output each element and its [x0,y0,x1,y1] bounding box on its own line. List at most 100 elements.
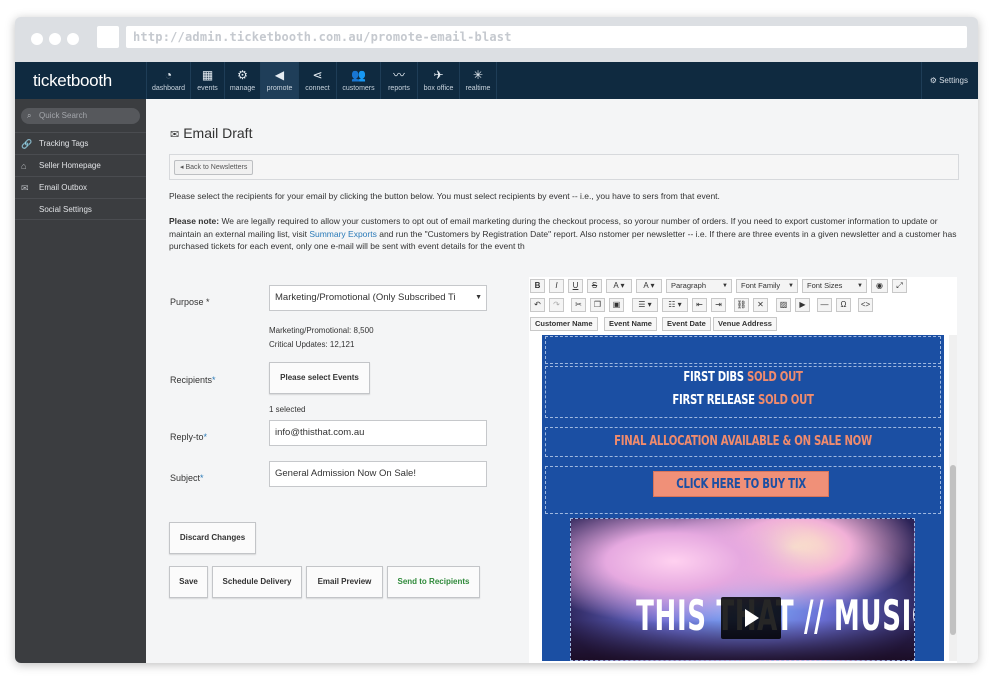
window-dot-3 [67,33,79,45]
eye-icon: ◉ [876,281,883,290]
nav-reports[interactable]: 〰 reports [380,62,417,99]
merge-tag-event-name[interactable]: Event Name [604,317,657,331]
italic-button[interactable]: I [549,279,564,293]
back-to-newsletters-button[interactable]: ◂ Back to Newsletters [174,160,254,175]
preview-button[interactable]: ◉ [871,279,888,293]
numbered-list-button[interactable]: ☷ ▾ [662,298,688,312]
sidebar-item-email-outbox[interactable]: ✉ Email Outbox [15,176,146,198]
paste-button[interactable]: ▣ [609,298,624,312]
email-header-band [545,336,941,364]
subject-input[interactable]: General Admission Now On Sale! [269,461,487,487]
window-dot-2 [49,33,61,45]
hero-video-thumbnail[interactable]: THIS THAT // MUSIC [570,518,915,661]
dashboard-icon: ◔ [164,68,173,82]
email-body-preview[interactable]: FIRST DIBS SOLD OUT FIRST RELEASE SOLD O… [542,335,944,661]
final-allocation-text: FINAL ALLOCATION AVAILABLE & ON SALE NOW [614,434,872,449]
first-release-line: FIRST RELEASE SOLD OUT [589,393,896,408]
nav-dashboard[interactable]: ◔ dashboard [146,62,190,99]
nav-manage[interactable]: ⚙ manage [224,62,260,99]
settings-label: Settings [939,76,968,85]
nav-realtime[interactable]: ✳ realtime [459,62,497,99]
caret-down-icon: ▼ [788,283,794,289]
selected-count: 1 selected [269,405,306,414]
media-icon: ▶ [799,300,806,309]
text-color-button[interactable]: A ▾ [606,279,632,293]
background-color-button[interactable]: A ▾ [636,279,662,293]
sidebar-item-label: Seller Homepage [39,161,101,170]
browser-tab-button[interactable] [97,26,119,48]
link-button[interactable]: ⛓ [734,298,749,312]
nav-connect[interactable]: ⋖ connect [298,62,336,99]
url-bar[interactable]: http://admin.ticketbooth.com.au/promote-… [126,26,967,48]
save-button[interactable]: Save [169,566,208,598]
sidebar-item-social-settings[interactable]: Social Settings [15,198,146,220]
text-color-icon: A ▾ [613,281,625,290]
unlink-button[interactable]: ✕ [753,298,768,312]
sidebar-item-tracking-tags[interactable]: 🔗 Tracking Tags [15,132,146,154]
horizontal-rule-icon: — [820,300,829,309]
schedule-delivery-button[interactable]: Schedule Delivery [212,566,302,598]
discard-changes-button[interactable]: Discard Changes [169,522,256,554]
font-family-select[interactable]: Font Family ▼ [736,279,798,293]
quick-search-input[interactable]: ⌕ Quick Search [21,108,140,124]
stat-label: Critical Updates: [269,340,328,349]
fullscreen-icon: ⤢ [896,281,903,290]
media-button[interactable]: ▶ [795,298,810,312]
fullscreen-button[interactable]: ⤢ [892,279,907,293]
redo-button[interactable]: ↷ [549,298,564,312]
cut-button[interactable]: ✂ [571,298,586,312]
settings-link[interactable]: ⚙ Settings [920,62,968,99]
final-allocation-band: FINAL ALLOCATION AVAILABLE & ON SALE NOW [545,427,941,457]
bold-button[interactable]: B [530,279,545,293]
outdent-button[interactable]: ⇤ [692,298,707,312]
cta-text: CLICK HERE TO BUY TIX [676,477,806,492]
font-size-select[interactable]: Font Sizes ▼ [802,279,867,293]
nav-promote[interactable]: ◀ promote [260,62,298,99]
nav-customers[interactable]: 👥 customers [336,62,380,99]
first-release-text: FIRST RELEASE [672,393,759,408]
indent-button[interactable]: ⇥ [711,298,726,312]
select-events-button[interactable]: Please select Events [269,362,370,394]
brand-logo[interactable]: ticketbooth [15,62,146,99]
page-title: ✉ Email Draft [170,125,252,141]
format-select[interactable]: Paragraph ▼ [666,279,732,293]
undo-button[interactable]: ↶ [530,298,545,312]
nav-label: promote [266,85,293,92]
purpose-select[interactable]: Marketing/Promotional (Only Subscribed T… [269,285,487,311]
merge-tag-event-date[interactable]: Event Date [662,317,711,331]
recipients-label: Recipients* [170,375,216,385]
source-code-button[interactable]: <> [858,298,873,312]
format-select-value: Paragraph [671,281,707,290]
summary-exports-link[interactable]: Summary Exports [309,229,377,239]
nav-box-office[interactable]: ✈ box office [417,62,459,99]
nav-events[interactable]: ▦ events [190,62,224,99]
subject-label: Subject* [170,473,204,483]
bullet-list-button[interactable]: ☰ ▾ [632,298,658,312]
note-bold: Please note: [169,216,220,226]
recipients-label-text: Recipients [170,375,213,385]
reply-to-input[interactable]: info@thisthat.com.au [269,420,487,446]
image-button[interactable]: ▨ [776,298,791,312]
special-char-button[interactable]: Ω [836,298,851,312]
horizontal-rule-button[interactable]: — [817,298,832,312]
strikethrough-button[interactable]: S [587,279,602,293]
merge-tag-customer-name[interactable]: Customer Name [530,317,598,331]
send-to-recipients-button[interactable]: Send to Recipients [387,566,480,598]
buy-tickets-cta[interactable]: CLICK HERE TO BUY TIX [653,471,829,497]
copy-button[interactable]: ❐ [590,298,605,312]
realtime-icon: ✳ [472,68,484,82]
editor-scrollbar[interactable] [949,335,957,661]
merge-tag-venue-address[interactable]: Venue Address [713,317,777,331]
nav-label: connect [305,85,330,92]
first-dibs-text: FIRST DIBS [683,370,747,385]
top-navigation: ticketbooth ◔ dashboard ▦ events ⚙ manage ◀… [15,62,978,99]
play-button[interactable] [721,597,781,639]
gear-icon: ⚙ [237,68,248,82]
sold-out-band: FIRST DIBS SOLD OUT FIRST RELEASE SOLD O… [545,366,941,418]
email-preview-button[interactable]: Email Preview [306,566,383,598]
sidebar-item-seller-homepage[interactable]: ⌂ Seller Homepage [15,154,146,176]
search-placeholder: Quick Search [39,111,88,120]
underline-button[interactable]: U [568,279,583,293]
calendar-icon: ▦ [201,68,214,82]
scrollbar-thumb[interactable] [950,465,956,635]
